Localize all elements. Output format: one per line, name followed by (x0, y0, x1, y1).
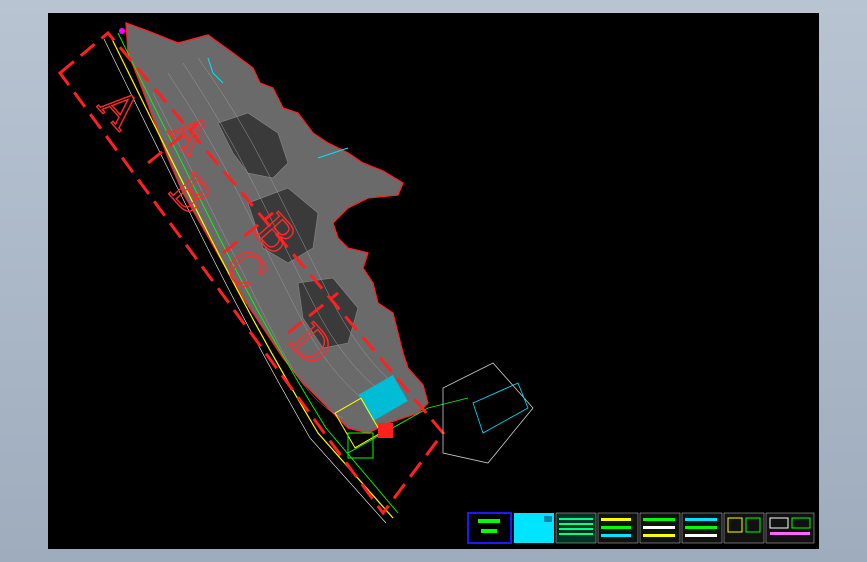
sheet-4-thumb[interactable] (597, 512, 639, 544)
sheet-3-thumb[interactable] (555, 512, 597, 544)
sheet-8-thumb[interactable] (765, 512, 815, 544)
sheet-5-thumb[interactable] (639, 512, 681, 544)
cad-model-viewport[interactable]: A A B B C D (48, 13, 819, 549)
sheet-2-thumb[interactable] (514, 513, 554, 543)
start-marker (119, 28, 125, 34)
adjacent-building (442, 362, 534, 464)
site-plan-drawing[interactable]: A A B B C D (48, 13, 819, 549)
sheet-6-thumb[interactable] (681, 512, 723, 544)
layout-sheets[interactable] (467, 512, 815, 544)
sheet-7-thumb[interactable] (723, 512, 765, 544)
sheet-1-thumb[interactable] (467, 512, 512, 544)
